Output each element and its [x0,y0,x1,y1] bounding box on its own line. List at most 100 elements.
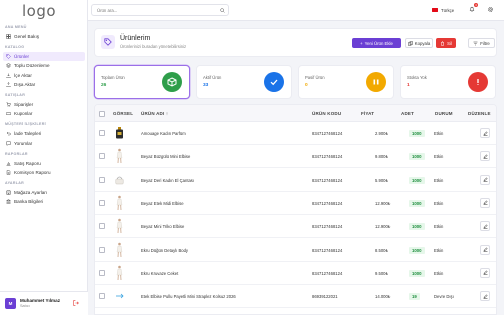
sidebar-item-satış-raporu[interactable]: Satış Raporu [3,159,85,168]
sidebar-item-banka-bilgileri[interactable]: Banka Bilgileri [3,197,85,206]
cube-icon [162,72,182,92]
table-row[interactable]: Etek Elbise Pullu Payetli Mini Straplez … [95,285,496,309]
filter-icon [473,41,478,45]
row-checkbox[interactable] [99,130,105,136]
edit-button[interactable] [480,151,490,162]
edit-button[interactable] [480,267,490,278]
sidebar-item-dışa-aktar[interactable]: Dışa Aktar [3,80,85,89]
user-profile[interactable]: M Muhammet Yılmaz Satıcı [0,291,88,315]
product-name[interactable]: Amouage Kadın Parfüm [141,131,186,136]
row-checkbox[interactable] [99,153,105,160]
sidebar-item-mağaza-ayarları[interactable]: Mağaza Ayarları [3,188,85,197]
edit-button[interactable] [480,244,490,255]
alert-icon [468,72,488,92]
edit-button[interactable] [480,221,490,232]
user-name: Muhammet Yılmaz [20,298,60,303]
row-checkbox[interactable] [99,269,105,276]
row-checkbox[interactable] [99,223,105,230]
stat-label: Aktif Ürün [203,75,222,80]
sidebar-item-i-çe-aktar[interactable]: İçe Aktar [3,71,85,80]
product-name[interactable]: Beyaz Etek Midi Elbise [141,201,184,206]
logout-icon[interactable] [73,300,79,306]
stock-badge: 1000 [409,269,425,277]
table-row[interactable]: Ekru Düğün Detaylı Body 8347127468124 8.… [95,239,496,262]
edit-button[interactable] [480,174,490,185]
col-status: DURUM [435,111,453,116]
product-name[interactable]: Etek Elbise Pullu Payetli Mini Straplez … [141,294,236,299]
table-row[interactable]: Beyaz Deri Kadın El Çantası 834712746812… [95,169,496,192]
edit-icon [483,154,488,159]
sidebar: logo ANA MENÜ Genel Bakış KATALOG Ürünler To… [0,0,88,315]
logo-text: logo [22,2,57,20]
product-price: 14.000₺ [375,294,391,300]
search-icon[interactable] [220,7,225,13]
search-placeholder: Ürün ara... [97,8,118,13]
topbar: Ürün ara... Türkçe 3 [88,0,504,21]
sidebar-item-label: Komisyon Raporu [14,170,51,175]
table-row[interactable]: Amouage Kadın Parfüm 8347127468124 2.900… [95,122,496,145]
bell-icon[interactable] [469,6,475,12]
col-name[interactable]: ÜRÜN ADI ↑ [141,111,168,116]
stat-card[interactable]: Stokta Yok 1 [400,65,496,99]
edit-button[interactable] [480,291,490,302]
page-header: Ürünlerim Ürünlerinizi buradan yönetebil… [94,28,497,57]
filter-button[interactable]: Filtre [468,38,495,48]
gear-icon[interactable] [487,6,494,13]
table-row[interactable]: Beyaz Etek Midi Elbise 8347127468124 12.… [95,192,496,215]
status-text: Etkin [434,177,444,183]
product-code: 8347127468124 [312,247,343,253]
product-name[interactable]: Beyaz Mini Triko Elbise [141,224,184,229]
product-name[interactable]: Beyaz Büzgülü Mini Elbise [141,154,190,159]
product-name[interactable]: Ekru Kruvaze Ceket [141,271,178,276]
table-row[interactable]: Beyaz Mini Triko Elbise 8347127468124 12… [95,215,496,239]
product-thumbnail [115,125,124,141]
stat-card[interactable]: Pasif Ürün 0 [298,65,394,99]
user-role: Satıcı [20,304,30,308]
select-all-checkbox[interactable] [99,111,105,117]
product-name[interactable]: Ekru Düğün Detaylı Body [141,248,188,253]
sidebar-item-label: İçe Aktar [14,72,32,78]
sidebar-item-genel-bakış[interactable]: Genel Bakış [3,32,85,41]
tag-icon [6,54,11,60]
sidebar-item-kuponlar[interactable]: Kuponlar [3,109,85,118]
table-row[interactable]: Ekru Kruvaze Ceket 8347127468124 9.500₺ … [95,262,496,285]
stat-card[interactable]: Aktif Ürün 33 [196,65,292,99]
copy-button[interactable]: Kopyala [405,38,433,48]
row-checkbox[interactable] [99,246,105,253]
sidebar-item-i-ade-talepleri[interactable]: İade Talepleri [3,129,85,138]
sidebar-item-label: Ürünler [14,54,30,60]
edit-button[interactable] [480,128,490,138]
ticket-icon [6,111,11,116]
delete-button[interactable]: Sil [436,38,456,48]
plus-icon: + [360,40,363,46]
row-checkbox[interactable] [99,199,105,206]
grid-icon [6,34,11,39]
edit-icon [483,130,488,136]
product-thumbnail [115,242,124,258]
status-text: Etkin [434,224,444,230]
sidebar-item-toplu-düzenleme[interactable]: Toplu Düzenleme [3,61,85,70]
sidebar-item-siparişler[interactable]: Siparişler [3,100,85,109]
product-name[interactable]: Beyaz Deri Kadın El Çantası [141,178,194,183]
language-selector[interactable]: Türkçe [429,5,464,15]
add-product-button[interactable]: + Yeni Ürün Ekle [352,38,401,48]
col-image: GÖRSEL [113,111,134,116]
edit-icon [483,270,488,276]
sidebar-item-label: Siparişler [14,102,34,107]
logo[interactable]: logo [18,2,74,20]
sidebar-item-label: Toplu Düzenleme [14,63,50,69]
add-product-label: Yeni Ürün Ekle [364,40,393,46]
stat-value: 1 [407,83,410,88]
product-thumbnail [115,148,124,164]
stat-card[interactable]: Toplam Ürün 26 [94,65,190,99]
row-checkbox[interactable] [99,176,105,183]
sidebar-item-yorumlar[interactable]: Yorumlar [3,139,85,148]
edit-button[interactable] [480,197,490,208]
table-row[interactable]: Beyaz Büzgülü Mini Elbise 8347127468124 … [95,145,496,169]
sidebar-item-ürünler[interactable]: Ürünler [3,52,85,62]
sidebar-item-komisyon-raporu[interactable]: Komisyon Raporu [3,168,85,177]
search-input[interactable]: Ürün ara... [91,4,229,16]
row-checkbox[interactable] [99,293,105,300]
comment-icon [6,141,11,146]
col-price: FİYAT [361,111,375,116]
